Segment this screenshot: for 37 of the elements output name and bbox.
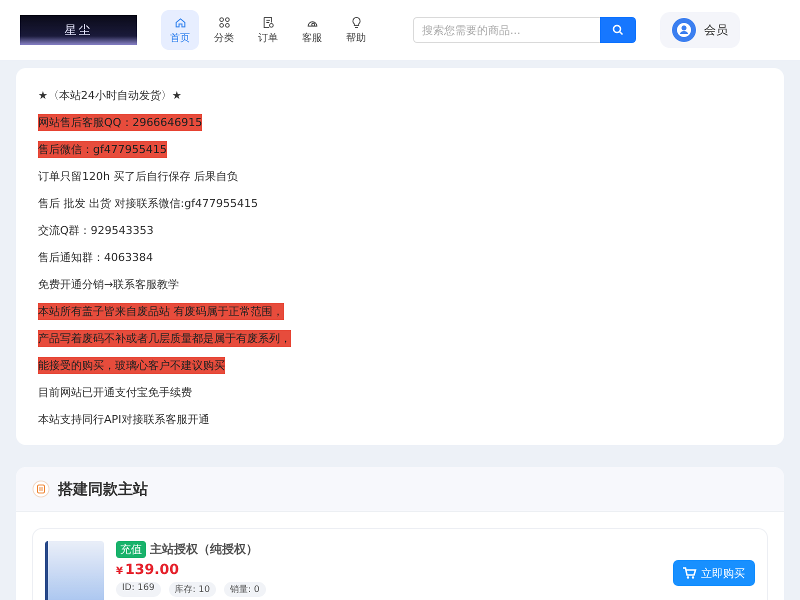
nav-tab[interactable]: 分类	[205, 10, 243, 50]
member-button[interactable]: 会员	[660, 12, 740, 48]
notice-text: 售后通知群：4063384	[38, 250, 153, 266]
cart-icon	[683, 567, 697, 579]
notice-text: 本站所有盖子皆来自废品站 有废码属于正常范围，	[38, 303, 284, 320]
nav-tab[interactable]: 客服	[293, 10, 331, 50]
logo[interactable]: 星尘	[20, 15, 137, 45]
product-price: ¥139.00	[116, 562, 180, 578]
search-field[interactable]: 搜索您需要的商品...	[413, 17, 600, 43]
notice-text: 售后微信：gf477955415	[38, 141, 167, 158]
lightbulb-icon	[350, 16, 362, 28]
grid-icon	[218, 16, 230, 28]
product-stat: ID: 169	[116, 582, 161, 597]
product-image-placeholder	[45, 541, 104, 600]
home-icon	[174, 16, 186, 28]
user-icon	[672, 18, 696, 42]
product-name[interactable]: 主站授权（纯授权）	[150, 541, 258, 558]
document-icon	[262, 16, 274, 28]
search-button[interactable]	[600, 17, 636, 43]
notice-text: ★〈本站24小时自动发货〉★	[38, 88, 182, 104]
notice-text: 能接受的购买，玻璃心客户不建议购买	[38, 357, 225, 374]
product-stat: 销量: 0	[224, 582, 266, 597]
list-icon	[32, 480, 50, 498]
section-title: 搭建同款主站	[58, 480, 148, 498]
nav-tab[interactable]: 订单	[249, 10, 287, 50]
notice-text: 目前网站已开通支付宝免手续费	[38, 385, 192, 401]
notice-text: 订单只留120h 买了后自行保存 后果自负	[38, 169, 238, 185]
notice-text: 售后 批发 出货 对接联系微信:gf477955415	[38, 196, 258, 212]
notice-text: 免费开通分销→联系客服教学	[38, 277, 180, 293]
search-icon	[612, 24, 624, 36]
nav-tab[interactable]: 帮助	[337, 10, 375, 50]
notice-text: 产品写着废码不补或者几层质量都是属于有废系列，	[38, 330, 291, 347]
product-tag: 充值	[116, 541, 146, 558]
notice-text: 交流Q群：929543353	[38, 223, 154, 239]
notice-text: 本站支持同行API对接联系客服开通	[38, 412, 210, 428]
product-stat: 库存: 10	[168, 582, 216, 597]
notice-text: 网站售后客服QQ：2966646915	[38, 114, 202, 131]
